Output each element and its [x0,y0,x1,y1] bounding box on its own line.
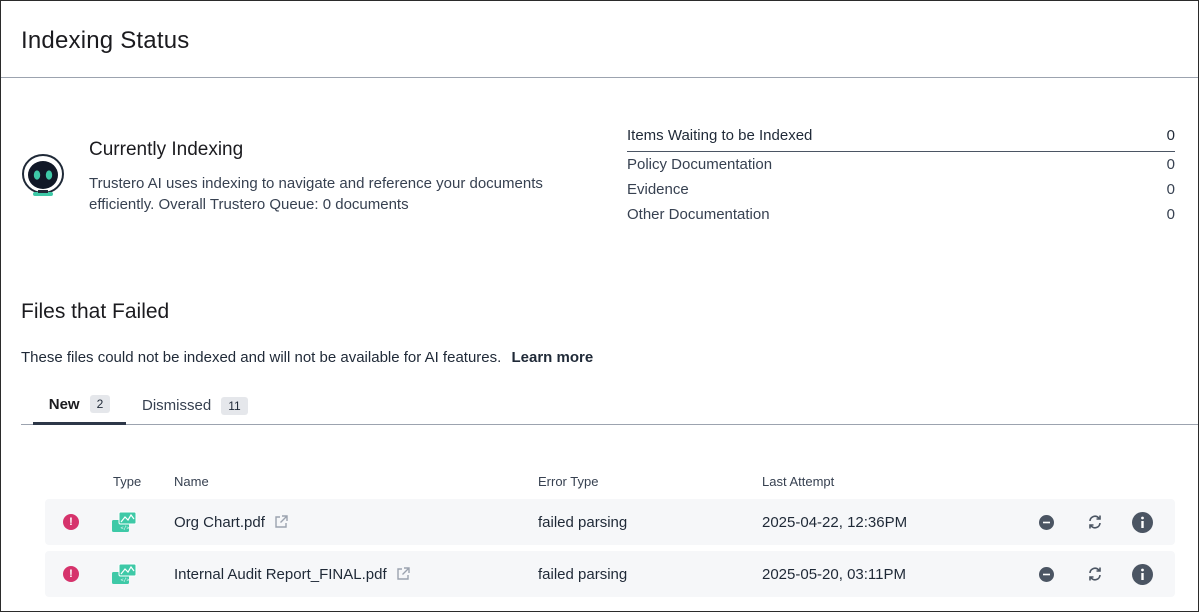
column-header-name: Name [174,474,209,489]
error-type: failed parsing [538,565,628,583]
queue-row-other-documentation: Other Documentation 0 [627,204,1175,229]
tab-dismissed[interactable]: Dismissed 11 [142,386,248,425]
info-icon[interactable] [1132,499,1153,545]
dismiss-icon[interactable] [1039,499,1054,545]
queue-item-value: 0 [1166,156,1175,173]
tab-label: Dismissed [142,397,212,414]
info-icon[interactable] [1132,551,1153,597]
tab-count-badge: 2 [89,395,111,413]
svg-text:</>: </> [121,526,130,532]
queue-header-label: Items Waiting to be Indexed [627,127,813,144]
table-row: ! </> Org Chart.pdf failed parsing 2025-… [45,499,1175,545]
queue-item-label: Policy Documentation [627,156,773,173]
files-failed-text: These files could not be indexed and wil… [21,349,502,366]
tab-new[interactable]: New 2 [33,386,126,425]
tab-count-badge: 11 [221,396,248,415]
files-failed-heading: Files that Failed [21,300,170,323]
queue-row-evidence: Evidence 0 [627,179,1175,204]
error-status: ! [63,499,79,545]
page-title: Indexing Status [21,27,190,54]
file-name[interactable]: Internal Audit Report_FINAL.pdf [174,566,387,583]
error-icon: ! [63,514,79,530]
file-type-icon: </> [111,499,137,545]
tab-label: New [48,395,80,413]
table-row: ! </> Internal Audit Report_FINAL.pdf fa… [45,551,1175,597]
currently-indexing-description: Trustero AI uses indexing to navigate an… [89,175,543,213]
file-name-cell: Org Chart.pdf [174,499,288,545]
failed-files-tabs: New 2 Dismissed 11 [21,386,1198,425]
queue-item-label: Other Documentation [627,206,770,223]
column-header-type: Type [113,474,142,489]
queue-header-row: Items Waiting to be Indexed 0 [627,125,1175,152]
file-type-icon: </> [111,551,137,597]
title-divider [1,77,1198,78]
error-type: failed parsing [538,513,628,531]
robot-icon [20,152,66,200]
queue-item-value: 0 [1166,206,1175,223]
file-name[interactable]: Org Chart.pdf [174,514,265,531]
last-attempt: 2025-05-20, 03:11PM [762,565,906,583]
indexing-status-panel: Indexing Status Currently Indexing Trust… [0,0,1199,612]
error-status: ! [63,551,79,597]
error-icon: ! [63,566,79,582]
retry-icon[interactable] [1087,499,1103,545]
dismiss-icon[interactable] [1039,551,1054,597]
queue-item-label: Evidence [627,181,689,198]
external-link-icon[interactable] [396,567,410,581]
file-name-cell: Internal Audit Report_FINAL.pdf [174,551,410,597]
svg-text:</>: </> [121,578,130,584]
column-header-last-attempt: Last Attempt [762,474,835,489]
indexing-queue-summary: Items Waiting to be Indexed 0 Policy Doc… [627,125,1175,229]
learn-more-link[interactable]: Learn more [511,349,593,366]
queue-header-value: 0 [1166,127,1175,144]
retry-icon[interactable] [1087,551,1103,597]
column-header-error-type: Error Type [538,474,599,489]
currently-indexing-heading: Currently Indexing [89,139,244,160]
last-attempt: 2025-04-22, 12:36PM [762,513,908,531]
files-failed-description: These files could not be indexed and wil… [21,349,593,366]
queue-row-policy-documentation: Policy Documentation 0 [627,154,1175,179]
external-link-icon[interactable] [274,515,288,529]
queue-item-value: 0 [1166,181,1175,198]
